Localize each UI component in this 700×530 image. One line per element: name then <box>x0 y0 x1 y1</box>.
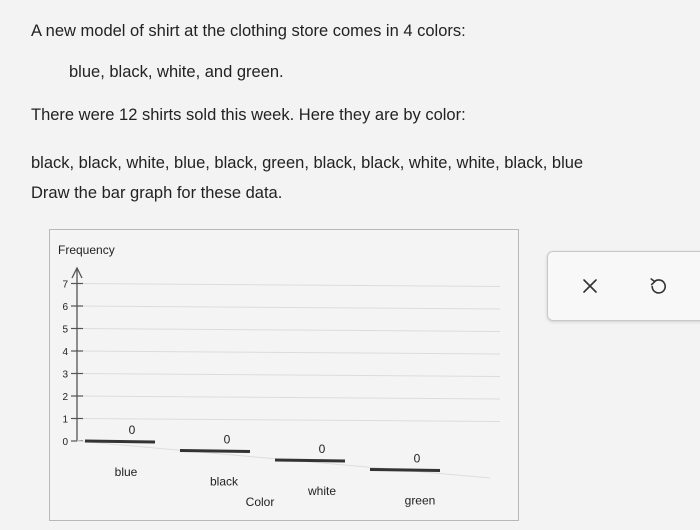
x-axis-label: Color <box>246 495 275 509</box>
x-category-label: black <box>210 475 239 489</box>
bar-handle-green[interactable] <box>369 468 441 472</box>
problem-line-1: A new model of shirt at the clothing sto… <box>31 22 466 40</box>
bar-value-label: 0 <box>224 433 231 447</box>
bar-value-label: 0 <box>319 442 326 456</box>
x-category-label: green <box>405 494 436 508</box>
y-tick-label: 7 <box>62 280 68 291</box>
y-axis-label: Frequency <box>58 243 115 257</box>
gridline <box>76 283 501 287</box>
problem-line-2: blue, black, white, and green. <box>69 63 284 81</box>
bar-value-label: 0 <box>414 452 421 466</box>
y-tick-label: 2 <box>62 392 68 403</box>
x-category-label: blue <box>115 465 138 479</box>
gridline <box>76 418 501 422</box>
bar-value-label: 0 <box>129 423 136 437</box>
problem-line-5: Draw the bar graph for these data. <box>31 184 283 202</box>
gridline <box>76 328 501 332</box>
problem-line-4: black, black, white, blue, black, green,… <box>31 154 584 172</box>
clear-button[interactable] <box>574 270 606 302</box>
bar-handle-black[interactable] <box>179 449 251 453</box>
gridline <box>76 350 501 355</box>
bar-chart[interactable]: Frequency 0 1 2 3 4 5 6 7 0 blue 0 black 0 white 0 green… <box>50 230 520 522</box>
y-tick-label: 6 <box>62 302 68 313</box>
y-tick-label: 3 <box>62 370 68 381</box>
bar-handle-white[interactable] <box>274 458 346 463</box>
problem-line-3: There were 12 shirts sold this week. Her… <box>31 106 466 124</box>
close-icon <box>583 279 597 293</box>
bar-graph-canvas[interactable]: Frequency 0 1 2 3 4 5 6 7 0 blue 0 black 0 white 0 green… <box>49 229 519 521</box>
bar-handle-blue[interactable] <box>84 439 156 444</box>
y-tick-label: 5 <box>62 325 68 336</box>
x-category-label: white <box>307 484 336 498</box>
undo-button[interactable] <box>642 270 674 302</box>
gridline <box>76 395 501 400</box>
undo-icon <box>650 278 666 294</box>
y-tick-label: 1 <box>62 415 68 426</box>
gridline <box>76 305 501 310</box>
gridline <box>76 373 501 377</box>
graph-toolbar <box>547 251 700 321</box>
y-tick-label: 4 <box>62 347 68 358</box>
y-tick-label: 0 <box>62 437 68 448</box>
